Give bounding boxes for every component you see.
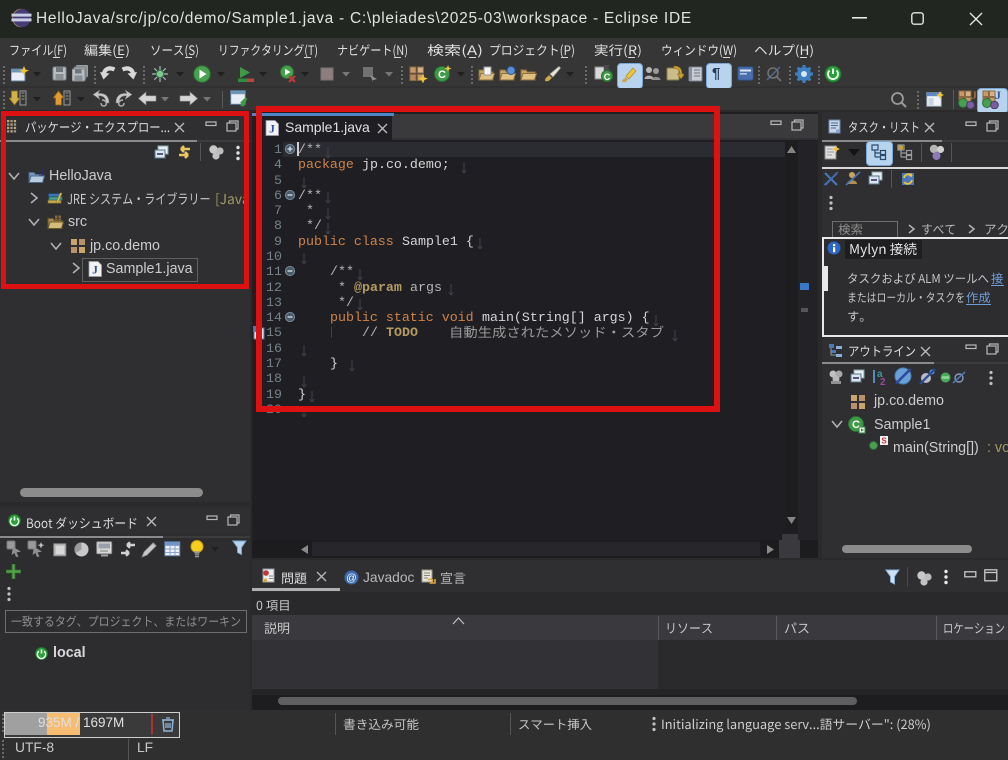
svg-text:S: S bbox=[881, 437, 887, 446]
svg-text:C: C bbox=[604, 72, 611, 82]
svg-text:C: C bbox=[438, 69, 446, 81]
svg-text:2: 2 bbox=[880, 377, 886, 385]
svg-text:@: @ bbox=[346, 572, 357, 584]
svg-text:J: J bbox=[995, 90, 1001, 102]
